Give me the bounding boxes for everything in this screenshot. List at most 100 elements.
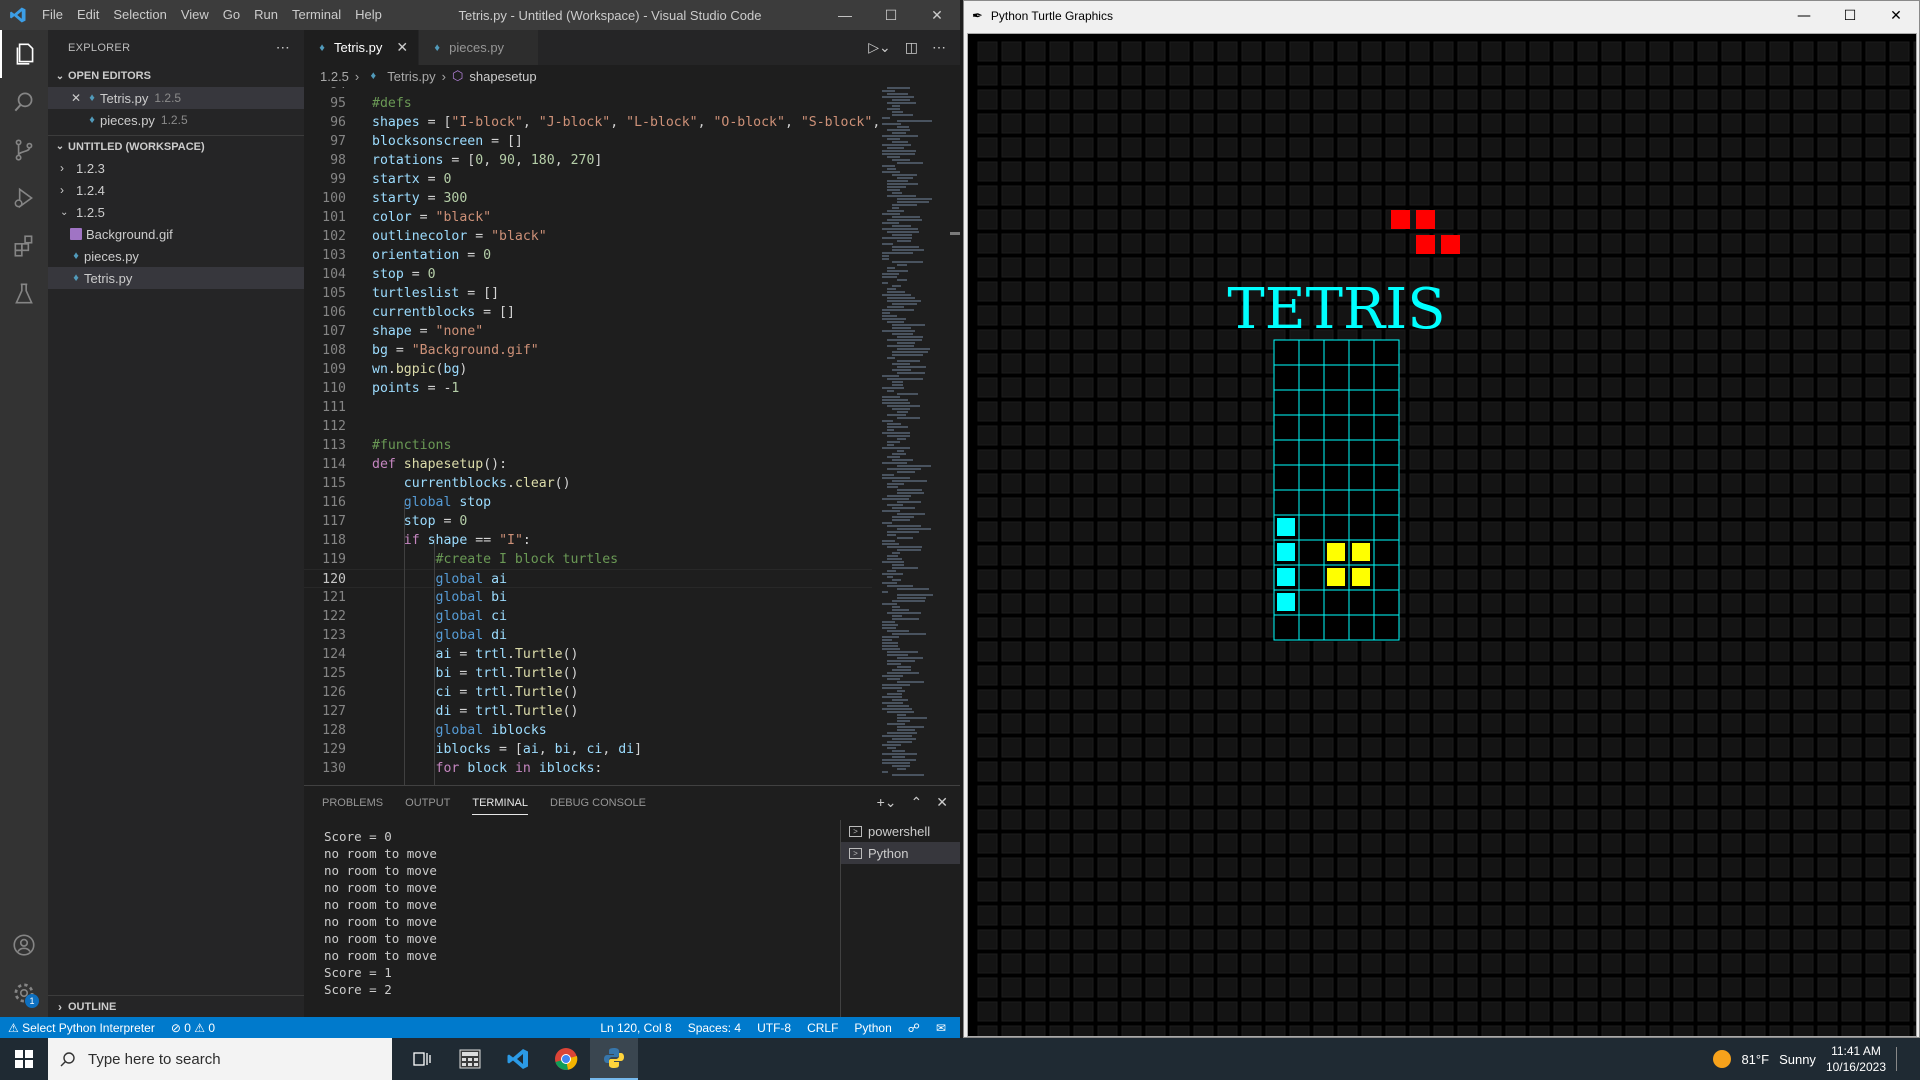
file-item[interactable]: ♦ pieces.py	[48, 245, 304, 267]
notifications-icon[interactable]: ✉	[928, 1021, 954, 1035]
maximize-button[interactable]: ☐	[1827, 1, 1873, 31]
code-line[interactable]: 129 iblocks = [ai, bi, ci, di]	[304, 740, 872, 759]
code-line[interactable]: 117 stop = 0	[304, 512, 872, 531]
settings-gear-icon[interactable]: 1	[0, 969, 48, 1017]
folder-item[interactable]: › 1.2.3	[48, 157, 304, 179]
clock[interactable]: 11:41 AM 10/16/2023	[1826, 1043, 1886, 1075]
tab-terminal[interactable]: TERMINAL	[472, 791, 528, 815]
code-line[interactable]: 102 outlinecolor = "black"	[304, 227, 872, 246]
notification-center-icon[interactable]	[1896, 1047, 1906, 1071]
indentation[interactable]: Spaces: 4	[680, 1021, 749, 1035]
code-line[interactable]: 116 global stop	[304, 493, 872, 512]
minimap[interactable]	[874, 87, 956, 785]
code-editor[interactable]: 9495#defs96shapes = ["I-block", "J-block…	[304, 87, 960, 785]
file-item[interactable]: ♦ Tetris.py	[48, 267, 304, 289]
weather-sun-icon[interactable]	[1713, 1050, 1732, 1068]
turtle-canvas[interactable]: TETRIS	[967, 33, 1917, 1037]
weather-desc[interactable]: Sunny	[1779, 1052, 1816, 1067]
line-ending[interactable]: CRLF	[799, 1021, 846, 1035]
code-line[interactable]: 107 shape = "none"	[304, 322, 872, 341]
problems-count[interactable]: ⊘ 0 ⚠ 0	[163, 1021, 223, 1035]
code-line[interactable]: 123 global di	[304, 626, 872, 645]
code-line[interactable]: 108 bg = "Background.gif"	[304, 341, 872, 360]
code-line[interactable]: 124 ai = trtl.Turtle()	[304, 645, 872, 664]
code-line[interactable]: 104 stop = 0	[304, 265, 872, 284]
select-interpreter[interactable]: ⚠ Select Python Interpreter	[0, 1021, 163, 1035]
code-line[interactable]: 112	[304, 417, 872, 436]
code-line[interactable]: 127 di = trtl.Turtle()	[304, 702, 872, 721]
more-actions-icon[interactable]: ⋯	[276, 39, 290, 56]
breadcrumb-file[interactable]: Tetris.py	[387, 69, 435, 84]
open-editor-item[interactable]: ✕ ♦ Tetris.py 1.2.5	[48, 87, 304, 109]
folder-item[interactable]: › 1.2.4	[48, 179, 304, 201]
close-button[interactable]: ✕	[914, 0, 960, 30]
code-line[interactable]: 119 #create I block turtles	[304, 550, 872, 569]
accounts-icon[interactable]	[0, 921, 48, 969]
maximize-button[interactable]: ☐	[868, 0, 914, 30]
windows-start-icon[interactable]	[0, 1038, 48, 1080]
more-actions-icon[interactable]: ⋯	[932, 39, 946, 56]
new-terminal-icon[interactable]: +⌄	[877, 794, 897, 811]
task-view-icon[interactable]	[398, 1038, 446, 1080]
split-editor-icon[interactable]: ◫	[905, 39, 918, 56]
close-panel-icon[interactable]: ✕	[936, 794, 948, 811]
code-line[interactable]: 94	[304, 87, 872, 94]
open-editor-item[interactable]: ♦ pieces.py 1.2.5	[48, 109, 304, 131]
code-line[interactable]: 126 ci = trtl.Turtle()	[304, 683, 872, 702]
code-line[interactable]: 105 turtleslist = []	[304, 284, 872, 303]
code-line[interactable]: 99 startx = 0	[304, 170, 872, 189]
run-icon[interactable]: ▷⌄	[868, 39, 891, 56]
code-line[interactable]: 100 starty = 300	[304, 189, 872, 208]
menu-terminal[interactable]: Terminal	[285, 0, 348, 30]
source-control-icon[interactable]	[0, 126, 48, 174]
open-editors-section[interactable]: ⌄ OPEN EDITORS	[48, 65, 304, 87]
menu-view[interactable]: View	[174, 0, 216, 30]
code-line[interactable]: 106 currentblocks = []	[304, 303, 872, 322]
menu-selection[interactable]: Selection	[106, 0, 173, 30]
outline-section[interactable]: › OUTLINE	[48, 995, 304, 1017]
python-app-icon[interactable]	[590, 1038, 638, 1080]
run-debug-icon[interactable]	[0, 174, 48, 222]
breadcrumb-symbol[interactable]: shapesetup	[469, 69, 536, 84]
code-line[interactable]: 130 for block in iblocks:	[304, 759, 872, 778]
menu-file[interactable]: File	[35, 0, 70, 30]
code-line[interactable]: 95 #defs	[304, 94, 872, 113]
calculator-app-icon[interactable]	[446, 1038, 494, 1080]
cursor-position[interactable]: Ln 120, Col 8	[592, 1021, 679, 1035]
breadcrumb-folder[interactable]: 1.2.5	[320, 69, 349, 84]
menu-go[interactable]: Go	[216, 0, 247, 30]
taskbar-search-box[interactable]: Type here to search	[48, 1038, 392, 1080]
minimize-button[interactable]: —	[1781, 1, 1827, 31]
extensions-icon[interactable]	[0, 222, 48, 270]
tab-tetris[interactable]: ♦ Tetris.py ✕	[304, 30, 420, 65]
menu-run[interactable]: Run	[247, 0, 285, 30]
terminal-item-powershell[interactable]: > powershell	[841, 820, 960, 842]
tab-output[interactable]: OUTPUT	[405, 797, 450, 809]
code-line[interactable]: 120 global ai	[304, 569, 872, 588]
tab-problems[interactable]: PROBLEMS	[322, 797, 383, 809]
menu-help[interactable]: Help	[348, 0, 389, 30]
code-line[interactable]: 96 shapes = ["I-block", "J-block", "L-blo…	[304, 113, 880, 132]
workspace-section[interactable]: ⌄ UNTITLED (WORKSPACE)	[48, 135, 304, 157]
code-line[interactable]: 97 blocksonscreen = []	[304, 132, 872, 151]
file-item[interactable]: Background.gif	[48, 223, 304, 245]
feedback-icon[interactable]: ☍	[900, 1021, 928, 1035]
search-icon[interactable]	[0, 78, 48, 126]
code-line[interactable]: 103 orientation = 0	[304, 246, 872, 265]
code-line[interactable]: 98 rotations = [0, 90, 180, 270]	[304, 151, 872, 170]
minimize-button[interactable]: —	[822, 0, 868, 30]
code-line[interactable]: 101 color = "black"	[304, 208, 872, 227]
close-icon[interactable]: ✕	[68, 91, 84, 105]
code-line[interactable]: 128 global iblocks	[304, 721, 872, 740]
code-line[interactable]: 113 #functions	[304, 436, 872, 455]
terminal-output[interactable]: Score = 0 no room to move no room to move n…	[324, 828, 437, 998]
code-line[interactable]: 121 global bi	[304, 588, 872, 607]
code-line[interactable]: 122 global ci	[304, 607, 872, 626]
maximize-panel-icon[interactable]: ⌃	[911, 794, 923, 811]
menu-edit[interactable]: Edit	[70, 0, 106, 30]
code-line[interactable]: 110 points = -1	[304, 379, 872, 398]
close-icon[interactable]: ✕	[396, 39, 408, 56]
testing-icon[interactable]	[0, 270, 48, 318]
encoding[interactable]: UTF-8	[749, 1021, 799, 1035]
code-line[interactable]: 114 def shapesetup():	[304, 455, 872, 474]
